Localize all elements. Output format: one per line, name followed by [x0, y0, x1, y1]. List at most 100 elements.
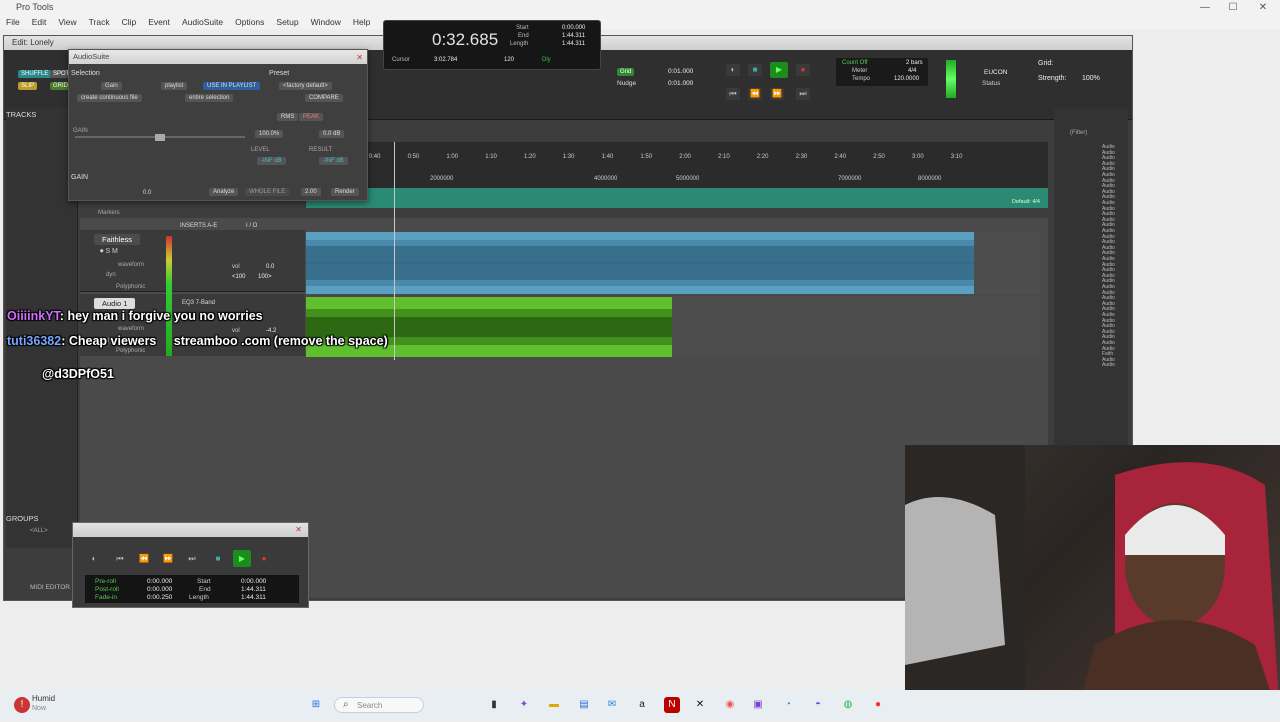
all-group[interactable]: <ALL> [30, 528, 48, 534]
forward-end-icon[interactable]: ⏭ [796, 88, 810, 100]
task-view-icon[interactable]: ▮ [486, 697, 502, 713]
tr-length-value[interactable]: 1:44.311 [241, 594, 266, 601]
end-value[interactable]: 1:44.311 [562, 33, 585, 39]
rms-button[interactable]: RMS [277, 113, 299, 121]
record-icon[interactable]: ● [796, 64, 810, 76]
meter-value[interactable]: 4/4 [908, 68, 916, 74]
close-icon[interactable]: ✕ [1248, 0, 1278, 15]
transport-online-icon[interactable]: ◐ [87, 553, 101, 565]
grid-value[interactable]: 0:01.000 [668, 68, 693, 75]
peak-button[interactable]: PEAK [299, 113, 324, 121]
transport-close-icon[interactable]: ✕ [295, 525, 302, 534]
track2-view[interactable]: waveform [118, 326, 144, 332]
empty-track-area-2[interactable] [672, 297, 1040, 357]
postroll-label[interactable]: Post-roll [95, 586, 119, 593]
rewind-start-icon[interactable]: ⏮ [726, 88, 740, 100]
menu-audiosuite[interactable]: AudioSuite [182, 17, 223, 27]
x-icon[interactable]: ✕ [692, 697, 708, 713]
strength-value[interactable]: 100% [1082, 75, 1100, 82]
preset-select[interactable]: <factory default> [279, 82, 332, 90]
transport-end-icon[interactable]: ⏭ [185, 553, 199, 565]
transport-record-icon[interactable]: ● [257, 553, 271, 565]
menu-edit[interactable]: Edit [32, 17, 47, 27]
weather-icon[interactable]: ! [14, 697, 30, 713]
selection-mode-select[interactable]: entire selection [185, 94, 234, 102]
gain-percent[interactable]: 100.0% [255, 130, 284, 138]
track1-vol[interactable]: 0.0 [266, 264, 274, 270]
plugin-select[interactable]: Gain [101, 82, 122, 90]
midi-editor-label[interactable]: MIDI EDITOR [30, 584, 70, 591]
gain-db[interactable]: 0.0 dB [319, 130, 345, 138]
file-explorer-icon[interactable]: ▬ [546, 697, 562, 713]
menu-file[interactable]: File [6, 17, 20, 27]
clip-list-item[interactable]: Audio [1102, 362, 1115, 368]
forward-icon[interactable]: ⏩ [770, 88, 784, 100]
compare-button[interactable]: COMPARE [305, 94, 343, 102]
firefox-icon[interactable]: ◉ [722, 697, 738, 713]
audiosuite-close-icon[interactable]: ✕ [356, 53, 363, 62]
timeline-ruler[interactable]: 0:300:400:501:001:101:201:301:401:502:00… [306, 142, 1048, 188]
grid-button[interactable]: Grid [617, 68, 635, 76]
fadein-value[interactable]: 0:00.250 [147, 594, 172, 601]
gain-slider-thumb[interactable] [155, 134, 165, 141]
menu-view[interactable]: View [58, 17, 76, 27]
twitch-icon[interactable]: ▣ [750, 697, 766, 713]
main-counter[interactable]: 0:32.685 [432, 30, 498, 50]
nudge-button[interactable]: Nudge [617, 80, 636, 87]
discord-icon[interactable]: ◓ [810, 697, 826, 713]
transport-start-icon[interactable]: ⏮ [113, 553, 127, 565]
shuffle-button[interactable]: SHUFFLE [18, 70, 52, 78]
minimize-icon[interactable]: — [1190, 0, 1220, 15]
empty-track-area-1[interactable] [974, 232, 1040, 294]
maximize-icon[interactable]: ☐ [1218, 0, 1248, 15]
app-icon[interactable]: ● [870, 697, 886, 713]
preroll-value[interactable]: 0:00.000 [147, 578, 172, 585]
processing-mode-select[interactable]: create continuous file [77, 94, 142, 102]
transport-forward-icon[interactable]: ⏩ [161, 553, 175, 565]
track1-pan-l[interactable]: <100 [232, 274, 246, 280]
track2-poly[interactable]: Polyphonic [116, 348, 145, 354]
menu-clip[interactable]: Clip [122, 17, 137, 27]
track-name-faithless[interactable]: Faithless [94, 234, 141, 245]
store-icon[interactable]: ▤ [576, 697, 592, 713]
track1-dyn[interactable]: dyn [106, 272, 116, 278]
track2-insert[interactable]: EQ3 7-Band [182, 300, 215, 306]
stop-icon[interactable]: ■ [748, 64, 762, 76]
nudge-value[interactable]: 0:01.000 [668, 80, 693, 87]
tr-start-value[interactable]: 0:00.000 [241, 578, 266, 585]
track1-poly[interactable]: Polyphonic [116, 284, 145, 290]
transport-rewind-icon[interactable]: ⏪ [137, 553, 151, 565]
tempo-value[interactable]: 120.0000 [894, 76, 919, 82]
fadein-label[interactable]: Fade-in [95, 594, 117, 601]
menu-setup[interactable]: Setup [276, 17, 298, 27]
outlook-icon[interactable]: ✉ [604, 697, 620, 713]
playlist-select[interactable]: playlist [161, 82, 188, 90]
rewind-icon[interactable]: ⏪ [748, 88, 762, 100]
menu-event[interactable]: Event [148, 17, 170, 27]
postroll-value[interactable]: 0:00.000 [147, 586, 172, 593]
playhead-cursor[interactable] [394, 142, 395, 360]
amazon-icon[interactable]: a [634, 697, 650, 713]
whole-file-button[interactable]: WHOLE FILE [245, 188, 290, 196]
preroll-label[interactable]: Pre-roll [95, 578, 116, 585]
menu-help[interactable]: Help [353, 17, 370, 27]
edge-icon[interactable]: ◔ [780, 697, 796, 713]
dly-label[interactable]: Dly [542, 57, 551, 63]
track-name-audio1[interactable]: Audio 1 [94, 298, 136, 309]
start-value[interactable]: 0:00.000 [562, 25, 585, 31]
track1-view[interactable]: waveform [118, 262, 144, 268]
play-icon[interactable]: ▶ [770, 62, 788, 78]
taskbar-search[interactable]: ⌕ Search [334, 697, 424, 713]
spotify-icon[interactable]: ◍ [840, 697, 856, 713]
menu-track[interactable]: Track [89, 17, 110, 27]
analyze-button[interactable]: Analyze [209, 188, 239, 196]
transport-stop-icon[interactable]: ■ [211, 553, 225, 565]
filter-field[interactable]: (Filter) [1070, 130, 1087, 136]
tr-end-value[interactable]: 1:44.311 [241, 586, 266, 593]
meter-ruler[interactable]: Default: 4/4 [306, 188, 1048, 208]
audio-clip-faithless[interactable] [306, 232, 974, 294]
transport-play-icon[interactable]: ▶ [233, 550, 251, 567]
render-length[interactable]: 2.00 [301, 188, 321, 196]
use-in-playlist-button[interactable]: USE IN PLAYLIST [203, 82, 261, 90]
length-value[interactable]: 1:44.311 [562, 41, 585, 47]
